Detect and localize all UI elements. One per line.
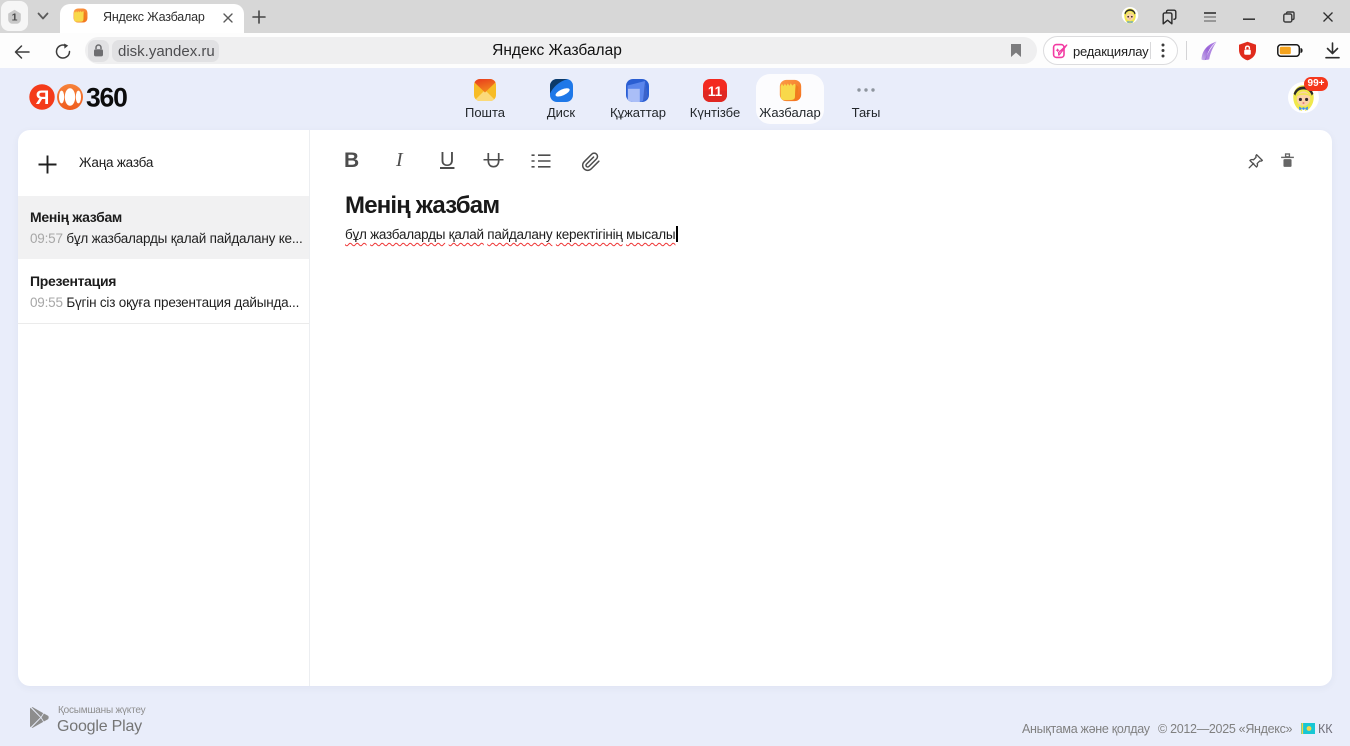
svg-text:Я: Я bbox=[36, 88, 50, 109]
svg-text:360: 360 bbox=[86, 84, 127, 111]
svg-text:11: 11 bbox=[708, 84, 723, 99]
svg-text:1: 1 bbox=[12, 12, 18, 24]
